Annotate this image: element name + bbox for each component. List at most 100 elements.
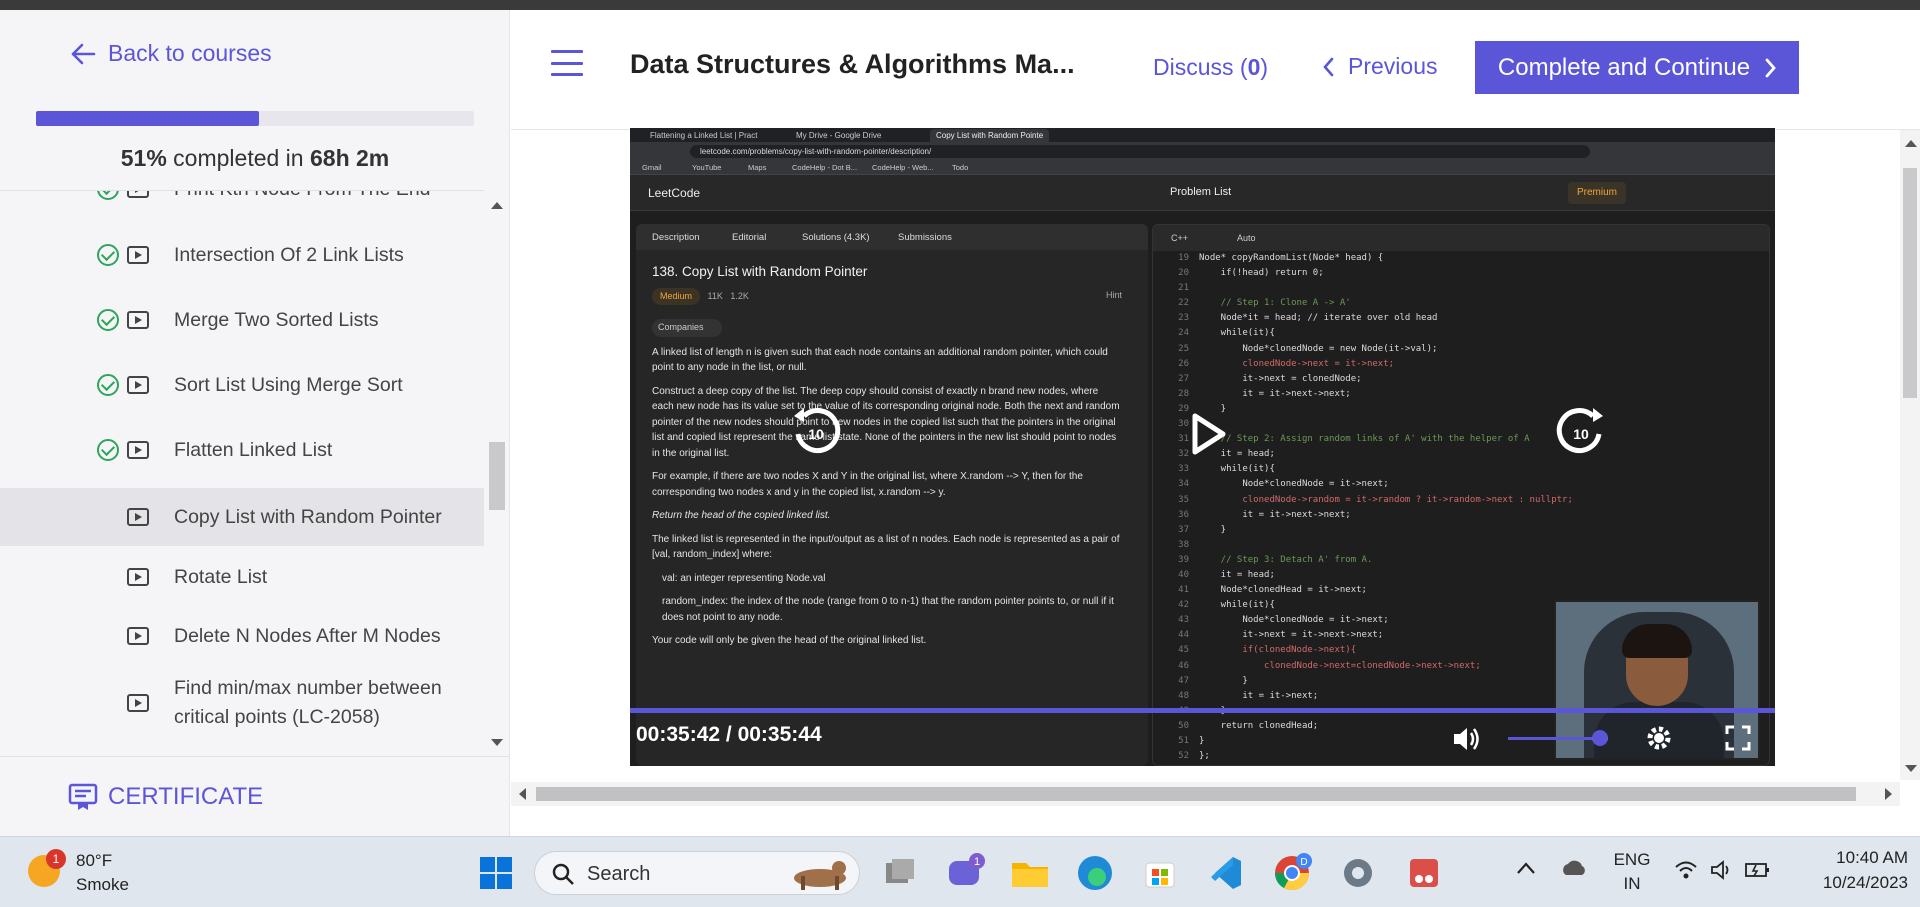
complete-and-continue-button[interactable]: Complete and Continue (1475, 41, 1799, 94)
code-text: it->next = it->next->next; (1199, 630, 1384, 641)
scrollbar-thumb[interactable] (536, 787, 1856, 801)
video-controls: 00:35:42 / 00:35:44 (630, 713, 1775, 766)
play-icon[interactable] (1185, 412, 1229, 456)
lesson-item[interactable]: Delete N Nodes After M Nodes (0, 608, 484, 664)
wifi-icon[interactable] (1674, 859, 1698, 881)
scroll-down-arrow-icon[interactable] (491, 739, 503, 746)
scroll-left-arrow-icon[interactable] (519, 788, 526, 800)
speaker-icon[interactable] (1710, 859, 1734, 881)
line-number: 35 (1178, 494, 1189, 505)
lesson-label: Find min/max number between critical poi… (174, 677, 442, 728)
line-number: 34 (1178, 479, 1189, 490)
fullscreen-icon[interactable] (1725, 725, 1751, 751)
line-number: 21 (1178, 283, 1189, 294)
scrollbar-thumb[interactable] (489, 442, 505, 510)
previous-button[interactable]: Previous (1322, 53, 1437, 80)
code-text: it->next = clonedNode; (1199, 373, 1362, 384)
desc-paragraph: The linked list is represented in the in… (652, 533, 1120, 561)
chevron-up-icon[interactable] (1516, 861, 1536, 875)
problem-title: 138. Copy List with Random Pointer (652, 264, 868, 279)
line-number: 42 (1178, 600, 1189, 611)
taskbar-search[interactable]: Search (534, 851, 860, 895)
video-player[interactable]: Flattening a Linked List | Pract My Driv… (630, 128, 1775, 766)
volume-icon[interactable] (1452, 725, 1482, 753)
snipping-tool-icon[interactable] (1402, 851, 1446, 895)
code-text: Node*clonedHead = it->next; (1199, 585, 1367, 596)
line-number: 37 (1178, 524, 1189, 535)
discuss-link[interactable]: Discuss (0) (1153, 54, 1268, 81)
lesson-item-active[interactable]: Copy List with Random Pointer (0, 488, 484, 546)
lesson-label: Print Kth Node From The End (174, 191, 431, 204)
leetcode-premium-badge: Premium (1568, 182, 1626, 204)
teams-chat-icon[interactable]: 1 (943, 851, 987, 895)
search-highlight-icon (794, 861, 846, 890)
lesson-item[interactable]: Flatten Linked List (0, 422, 484, 478)
line-number: 33 (1178, 464, 1189, 475)
check-circle-icon (97, 374, 119, 396)
settings-gear-icon[interactable] (1644, 723, 1674, 753)
code-text: it = it->next->next; (1199, 388, 1351, 399)
clock-date[interactable]: 10/24/2023 (1798, 873, 1908, 893)
code-line: 36 it = it->next->next; (1153, 508, 1769, 523)
video-lesson-icon (127, 311, 149, 329)
video-lesson-icon (127, 627, 149, 645)
scroll-up-arrow-icon[interactable] (1905, 140, 1917, 147)
video-bookmark: Todo (952, 163, 969, 172)
editor-auto: Auto (1237, 233, 1256, 243)
task-view-icon[interactable] (878, 851, 922, 895)
course-progress-fill (36, 111, 260, 126)
input-language[interactable]: ENG IN (1612, 848, 1652, 896)
search-label: Search (587, 863, 651, 885)
volume-slider-knob[interactable] (1592, 730, 1608, 746)
onedrive-cloud-icon[interactable] (1560, 857, 1588, 879)
scrollbar-thumb[interactable] (1903, 168, 1917, 398)
chrome-browser-icon[interactable]: D (1270, 851, 1314, 895)
video-lesson-icon (127, 191, 149, 198)
line-number: 26 (1178, 358, 1189, 369)
discuss-suffix: ) (1260, 54, 1269, 80)
lesson-item[interactable]: Intersection Of 2 Link Lists (0, 227, 484, 283)
lesson-list-scrollbar[interactable] (486, 190, 508, 756)
lesson-item[interactable]: Sort List Using Merge Sort (0, 357, 484, 413)
clock-time[interactable]: 10:40 AM (1798, 848, 1908, 868)
line-number: 44 (1178, 630, 1189, 641)
file-explorer-icon[interactable] (1008, 851, 1052, 895)
edge-browser-icon[interactable] (1073, 851, 1117, 895)
course-sidebar: Back to courses 51% completed in 68h 2m … (0, 10, 510, 836)
scroll-down-arrow-icon[interactable] (1905, 765, 1917, 772)
lesson-item[interactable]: Rotate List (0, 549, 484, 605)
back-to-courses-link[interactable]: Back to courses (70, 40, 272, 67)
code-text: if(!head) return 0; (1199, 268, 1324, 279)
line-number: 30 (1178, 419, 1189, 430)
settings-icon[interactable] (1336, 851, 1380, 895)
menu-icon[interactable] (551, 50, 583, 76)
code-text: it = it->next->next; (1199, 509, 1351, 520)
lesson-item[interactable]: Find min/max number between critical poi… (0, 671, 484, 735)
code-text: } (1199, 524, 1227, 535)
certificate-link[interactable]: CERTIFICATE (0, 756, 510, 836)
windows-start-icon[interactable] (474, 851, 518, 895)
vscode-icon[interactable] (1203, 851, 1247, 895)
code-line: 31 // Step 2: Assign random links of A' … (1153, 432, 1769, 447)
code-text: // Step 3: Detach A' from A. (1199, 554, 1373, 565)
search-icon (552, 863, 574, 885)
leetcode-tab: Description (652, 232, 700, 243)
leetcode-tab: Submissions (898, 232, 952, 243)
rewind-10-icon[interactable]: 10 (790, 406, 842, 458)
scroll-up-arrow-icon[interactable] (491, 202, 503, 209)
line-number: 41 (1178, 585, 1189, 596)
chevron-right-icon (1765, 58, 1776, 77)
line-number: 45 (1178, 645, 1189, 656)
lesson-header: Data Structures & Algorithms Ma... Discu… (511, 10, 1920, 130)
certificate-icon (68, 783, 98, 810)
line-number: 27 (1178, 373, 1189, 384)
battery-icon[interactable] (1744, 859, 1772, 881)
lesson-item[interactable]: Print Kth Node From The End (0, 191, 484, 217)
content-horizontal-scrollbar[interactable] (511, 782, 1900, 806)
forward-10-icon[interactable]: 10 (1555, 406, 1607, 458)
scroll-right-arrow-icon[interactable] (1885, 788, 1892, 800)
lesson-item[interactable]: Merge Two Sorted Lists (0, 292, 484, 348)
code-text: clonedNode->next=clonedNode->next->next; (1199, 660, 1481, 671)
microsoft-store-icon[interactable] (1138, 851, 1182, 895)
content-vertical-scrollbar[interactable] (1900, 130, 1920, 780)
